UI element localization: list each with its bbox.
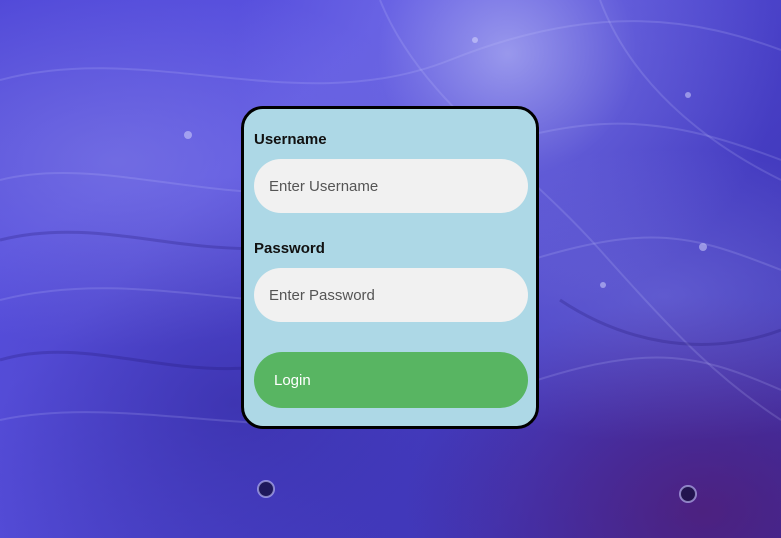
password-input[interactable]	[254, 268, 528, 322]
login-button[interactable]: Login	[254, 352, 528, 408]
password-label: Password	[254, 240, 325, 257]
login-card: Username Password Login	[241, 106, 539, 429]
username-label: Username	[254, 131, 327, 148]
username-input[interactable]	[254, 159, 528, 213]
